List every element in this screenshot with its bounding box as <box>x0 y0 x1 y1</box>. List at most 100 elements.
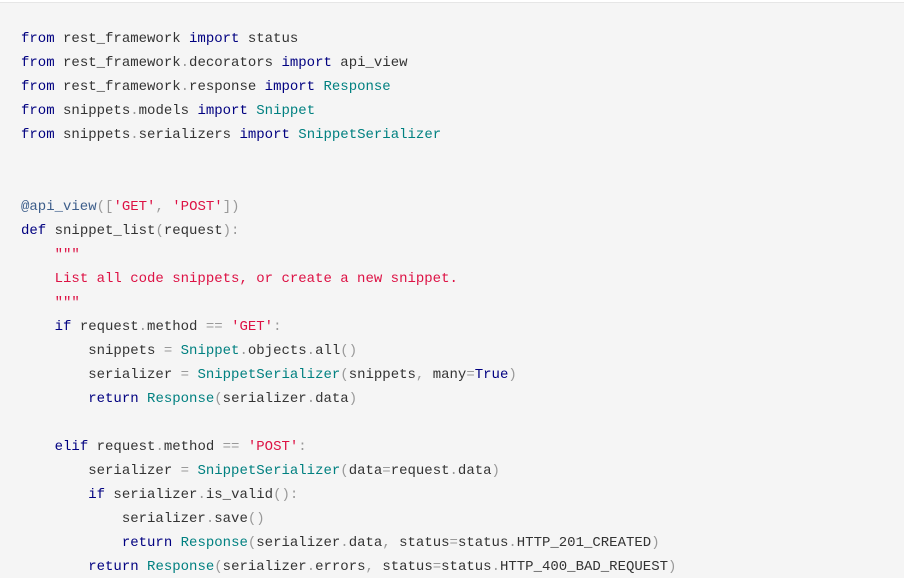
code-text: status <box>390 535 450 551</box>
string-token: 'GET' <box>113 199 156 215</box>
class-name-token: Response <box>180 535 248 551</box>
punctuation-token: : <box>298 439 307 455</box>
class-name-token: Snippet <box>256 103 316 119</box>
code-text: save <box>214 511 248 527</box>
code-text: snippet_list <box>46 223 156 239</box>
code-text: status <box>441 559 492 575</box>
class-name-token: SnippetSerializer <box>197 367 341 383</box>
code-text: HTTP_400_BAD_REQUEST <box>499 559 668 575</box>
class-name-token: Response <box>147 559 215 575</box>
code-line: serializer = SnippetSerializer(data=requ… <box>21 459 676 483</box>
keyword-token: import <box>197 103 248 119</box>
keyword-token: from <box>21 103 55 119</box>
code-line: return Response(serializer.errors, statu… <box>21 555 676 578</box>
punctuation-token: = <box>382 463 391 479</box>
code-line: from rest_framework.response import Resp… <box>21 75 676 99</box>
punctuation-token: . <box>130 103 139 119</box>
keyword-token: return <box>121 535 173 551</box>
punctuation-token: = <box>432 559 442 575</box>
string-token: 'GET' <box>231 319 274 335</box>
punctuation-token: ): <box>222 223 240 239</box>
string-token: """ <box>54 247 80 263</box>
punctuation-token: . <box>306 391 316 407</box>
code-line: from snippets.serializers import Snippet… <box>21 123 676 147</box>
code-line: def snippet_list(request): <box>21 219 676 243</box>
code-text: data <box>315 391 349 407</box>
punctuation-token: . <box>180 55 190 71</box>
string-token: 'POST' <box>172 199 223 215</box>
punctuation-token: (): <box>273 487 299 503</box>
code-line: serializer = SnippetSerializer(snippets,… <box>21 363 676 387</box>
code-text: snippets <box>54 127 131 143</box>
punctuation-token: () <box>247 511 265 527</box>
code-text: rest_framework <box>54 79 181 95</box>
code-text: errors <box>315 559 366 575</box>
code-text: serializer <box>222 559 307 575</box>
code-text: snippets <box>54 103 131 119</box>
punctuation-token: . <box>239 343 248 359</box>
punctuation-token: . <box>180 79 190 95</box>
punctuation-token: . <box>197 487 206 503</box>
code-listing: from rest_framework import status from re… <box>21 27 676 578</box>
punctuation-token: , <box>155 199 164 215</box>
punctuation-token: = <box>466 367 475 383</box>
punctuation-token: , <box>382 535 391 551</box>
keyword-token: return <box>88 559 139 575</box>
punctuation-token: ( <box>340 463 349 479</box>
punctuation-token: . <box>155 439 164 455</box>
punctuation-token: = <box>163 343 173 359</box>
code-text: request <box>163 223 223 239</box>
punctuation-token: . <box>508 535 517 551</box>
code-text: status <box>373 559 433 575</box>
code-text: data <box>348 535 383 551</box>
punctuation-token: ( <box>214 391 223 407</box>
punctuation-token: . <box>491 559 500 575</box>
code-text: decorators <box>189 55 282 71</box>
code-line: return Response(serializer.data, status=… <box>21 531 676 555</box>
keyword-token: import <box>189 31 240 47</box>
code-text: is_valid <box>205 487 274 503</box>
code-block: from rest_framework import status from re… <box>0 2 904 578</box>
code-line: snippets = Snippet.objects.all() <box>21 339 676 363</box>
code-line: from rest_framework.decorators import ap… <box>21 51 676 75</box>
punctuation-token: ) <box>668 559 677 575</box>
code-line: if request.method == 'GET': <box>21 315 676 339</box>
keyword-token: if <box>54 319 72 335</box>
punctuation-token: = <box>180 367 190 383</box>
punctuation-token: ([ <box>96 199 114 215</box>
code-text: rest_framework <box>54 55 181 71</box>
punctuation-token: == <box>205 319 223 335</box>
code-line: """ <box>21 291 676 315</box>
keyword-token: from <box>21 127 55 143</box>
punctuation-token: == <box>222 439 240 455</box>
code-text: objects <box>247 343 307 359</box>
code-text: request <box>390 463 450 479</box>
code-text: serializer <box>222 391 307 407</box>
code-text: serializer <box>105 487 198 503</box>
punctuation-token: ) <box>651 535 660 551</box>
code-text: serializer <box>21 511 206 527</box>
code-line: serializer.save() <box>21 507 676 531</box>
decorator-token: @api_view <box>21 199 97 215</box>
punctuation-token: ( <box>340 367 349 383</box>
string-token: """ <box>54 295 80 311</box>
string-token: 'POST' <box>247 439 299 455</box>
code-text: serializers <box>138 127 240 143</box>
code-line: List all code snippets, or create a new … <box>21 267 676 291</box>
code-line: from rest_framework import status <box>21 27 676 51</box>
class-name-token: Snippet <box>180 343 240 359</box>
keyword-token: if <box>88 487 106 503</box>
punctuation-token: ( <box>155 223 164 239</box>
punctuation-token: ]) <box>222 199 240 215</box>
code-text: request <box>71 319 139 335</box>
